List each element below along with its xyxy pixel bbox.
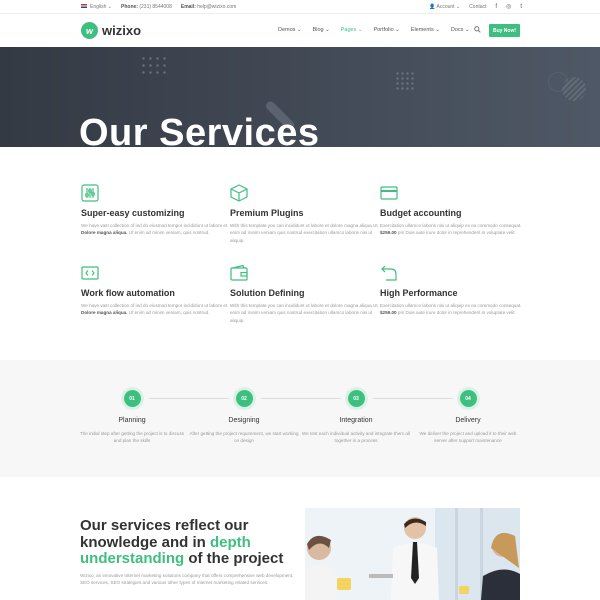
service-title: Premium Plugins	[230, 208, 304, 218]
service-description: We have vast collection of ied do eiusmo…	[81, 303, 228, 316]
instagram-icon[interactable]: ◎	[506, 3, 511, 10]
service-title: Work flow automation	[81, 288, 175, 298]
step-description: We deliver the project and upload it to …	[419, 431, 517, 444]
logo-text: wizixo	[102, 23, 142, 38]
return-icon	[380, 264, 397, 281]
service-description: We have vast collection of ied do eiusmo…	[81, 223, 228, 236]
wallet-icon	[230, 264, 248, 281]
nav-menu: Demos ⌄ Blog ⌄ Pages ⌄ Portfolio ⌄ Eleme…	[278, 27, 470, 33]
flag-icon	[81, 4, 87, 9]
logo[interactable]: w wizixo	[81, 22, 141, 39]
account-link[interactable]: 👤 Account ⌄	[429, 4, 460, 10]
dots-decoration	[395, 71, 415, 91]
credit-card-icon	[380, 184, 398, 200]
step-title: Designing	[228, 417, 260, 424]
process-step: 01 Planning The initial step after getti…	[77, 390, 187, 445]
box-icon	[230, 184, 248, 202]
nav-item-pages[interactable]: Pages ⌄	[341, 27, 363, 33]
process-section: 01 Planning The initial step after getti…	[0, 360, 600, 477]
sliders-icon	[81, 184, 99, 202]
top-bar: English ⌄ Phone: (231) 8544008 Email: he…	[0, 0, 600, 14]
process-step: 02 Designing After getting the project r…	[189, 390, 299, 445]
code-icon	[81, 264, 99, 280]
nav-item-demos[interactable]: Demos ⌄	[278, 27, 302, 33]
page-title-lower: Our Services	[79, 147, 319, 152]
search-icon[interactable]	[474, 26, 481, 35]
step-title: Planning	[118, 417, 146, 424]
service-description: Exercitation ullamco laboris nisi ut ali…	[380, 303, 522, 316]
service-description: With this template you can incididunt ut…	[230, 223, 378, 243]
service-card: Budget accounting Exercitation ullamco l…	[380, 184, 530, 237]
team-photo	[305, 508, 520, 600]
nav-item-portfolio[interactable]: Portfolio ⌄	[373, 27, 399, 33]
dots-decoration	[140, 55, 170, 77]
email-info: Email: help@wizixo.com	[180, 3, 237, 10]
step-description: The initial step after getting the proje…	[79, 431, 185, 444]
language-selector[interactable]: English ⌄	[81, 4, 112, 10]
service-card: Solution Defining With this template you…	[230, 264, 380, 324]
user-icon: 👤	[429, 3, 436, 10]
step-number: 03	[347, 390, 365, 407]
service-card: High Performance Exercitation ullamco la…	[380, 264, 530, 317]
service-card: Work flow automation We have vast collec…	[81, 264, 231, 317]
service-title: High Performance	[380, 288, 458, 298]
service-description: With this template you can incididunt ut…	[230, 303, 378, 323]
nav-item-docs[interactable]: Docs ⌄	[451, 27, 470, 33]
step-number: 01	[123, 390, 141, 407]
main-nav: w wizixo Demos ⌄ Blog ⌄ Pages ⌄ Portfoli…	[0, 14, 600, 47]
service-title: Super-easy customizing	[81, 208, 185, 218]
step-description: After getting the project requirement, w…	[189, 431, 299, 444]
step-title: Integration	[339, 417, 373, 424]
buy-now-button[interactable]: Buy Now!	[489, 24, 520, 37]
service-card: Super-easy customizing We have vast coll…	[81, 184, 231, 237]
page-title: Our Services	[79, 114, 320, 147]
nav-item-elements[interactable]: Elements ⌄	[411, 27, 440, 33]
process-step: 03 Integration We test each individual a…	[301, 390, 411, 445]
service-title: Budget accounting	[380, 208, 462, 218]
nav-item-blog[interactable]: Blog ⌄	[313, 27, 330, 33]
step-number: 04	[459, 390, 477, 407]
service-title: Solution Defining	[230, 288, 305, 298]
about-text: Wizixo, an innovative Internet marketing…	[80, 573, 294, 586]
page-title-overflow: Our Services	[0, 147, 600, 177]
service-description: Exercitation ullamco laboris nisi ut ali…	[380, 223, 522, 236]
service-card: Premium Plugins With this template you c…	[230, 184, 380, 244]
ring-decoration	[548, 72, 568, 92]
process-step: 04 Delivery We deliver the project and u…	[413, 390, 523, 445]
twitter-icon[interactable]: t	[520, 4, 522, 10]
contact-link[interactable]: Contact	[469, 4, 486, 10]
step-title: Delivery	[455, 417, 481, 424]
step-description: We test each individual activity and int…	[302, 431, 410, 444]
logo-mark-icon: w	[81, 22, 98, 39]
step-number: 02	[235, 390, 253, 407]
phone-info: Phone: (231) 8544008	[121, 3, 172, 10]
facebook-icon[interactable]: f	[495, 4, 497, 10]
about-heading: Our services reflect our knowledge and i…	[80, 517, 284, 567]
